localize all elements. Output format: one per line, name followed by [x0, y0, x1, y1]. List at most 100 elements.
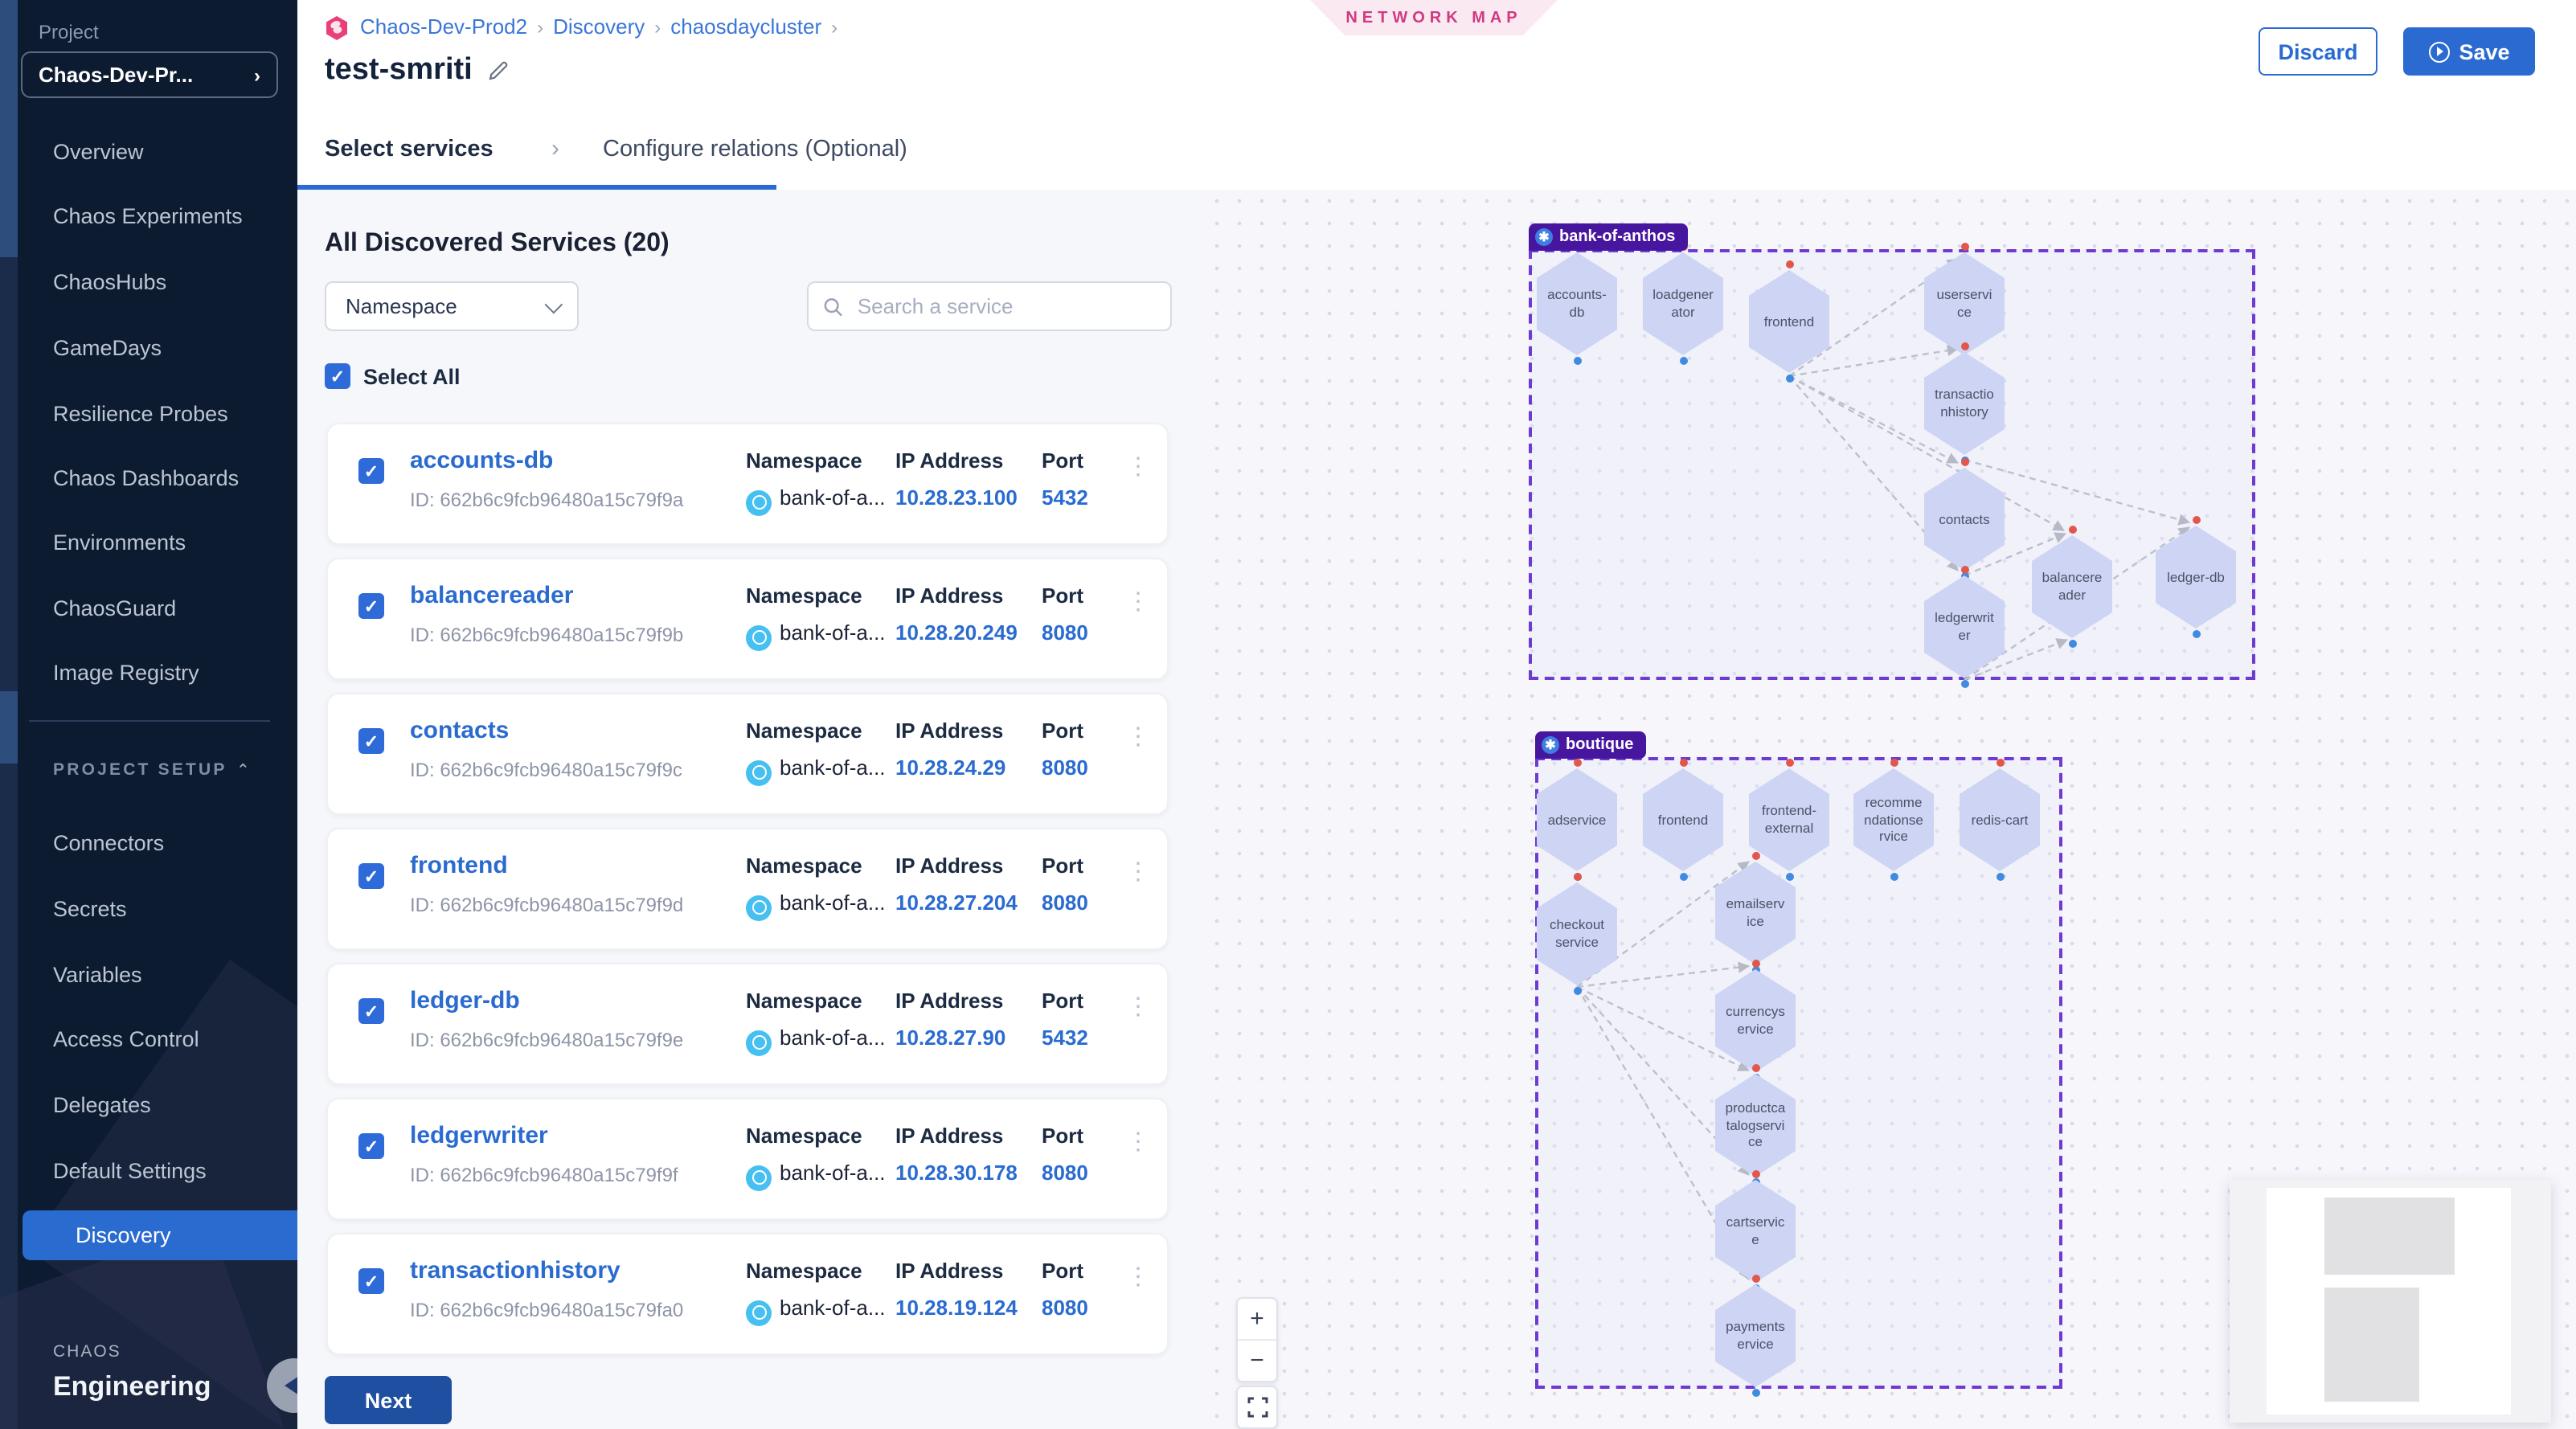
- col-namespace: Namespace: [746, 448, 862, 473]
- map-node-frontend-external[interactable]: frontend-external: [1749, 768, 1829, 871]
- project-setup-label[interactable]: PROJECT SETUP: [53, 760, 227, 780]
- search-input[interactable]: [854, 293, 1156, 320]
- row-menu-kebab-icon[interactable]: ⋮: [1125, 1135, 1151, 1183]
- service-name-link[interactable]: balancereader: [410, 582, 573, 609]
- service-id: ID: 662b6c9fcb96480a15c79f9a: [410, 489, 683, 511]
- sidebar-item-variables[interactable]: Variables: [0, 942, 297, 1006]
- chevron-up-icon[interactable]: ⌄: [236, 759, 250, 776]
- row-menu-kebab-icon[interactable]: ⋮: [1125, 460, 1151, 508]
- sidebar-item-resilience-probes[interactable]: Resilience Probes: [0, 381, 297, 445]
- map-node-checkoutservice[interactable]: checkoutservice: [1537, 882, 1617, 985]
- next-button[interactable]: Next: [325, 1376, 452, 1424]
- ip-value[interactable]: 10.28.30.178: [895, 1161, 1018, 1185]
- service-checkbox[interactable]: ✓: [358, 728, 384, 754]
- col-namespace: Namespace: [746, 1124, 862, 1148]
- ip-value[interactable]: 10.28.24.29: [895, 755, 1005, 780]
- namespace-value: bank-of-a...: [780, 891, 886, 915]
- sidebar-item-image-registry[interactable]: Image Registry: [0, 640, 297, 704]
- map-node-frontend[interactable]: frontend: [1749, 270, 1829, 373]
- tab-configure-relations[interactable]: Configure relations (Optional): [603, 108, 907, 190]
- sidebar-item-secrets[interactable]: Secrets: [0, 876, 297, 940]
- map-node-emailservice[interactable]: emailservice: [1715, 862, 1796, 964]
- map-node-transactionhistory[interactable]: transactionhistory: [1924, 352, 2005, 455]
- sidebar-item-overview[interactable]: Overview: [0, 119, 297, 183]
- service-checkbox[interactable]: ✓: [358, 998, 384, 1024]
- row-menu-kebab-icon[interactable]: ⋮: [1125, 730, 1151, 778]
- select-all-checkbox[interactable]: ✓: [325, 363, 350, 389]
- ip-value[interactable]: 10.28.20.249: [895, 620, 1018, 645]
- sidebar-item-discovery[interactable]: Discovery: [23, 1210, 297, 1260]
- row-menu-kebab-icon[interactable]: ⋮: [1125, 1270, 1151, 1318]
- fullscreen-button[interactable]: [1238, 1387, 1276, 1427]
- map-node-loadgenerator[interactable]: loadgenerator: [1643, 252, 1723, 355]
- zoom-in-button[interactable]: +: [1238, 1299, 1276, 1339]
- breadcrumb-project[interactable]: Chaos-Dev-Prod2: [360, 14, 527, 39]
- wizard-tabbar: Select services › Configure relations (O…: [297, 108, 2576, 191]
- service-name-link[interactable]: accounts-db: [410, 447, 553, 474]
- sidebar-item-gamedays[interactable]: GameDays: [0, 315, 297, 379]
- sidebar-item-environments[interactable]: Environments: [0, 510, 297, 574]
- page-header: Chaos-Dev-Prod2›Discovery›chaosdaycluste…: [297, 0, 2576, 109]
- sidebar-item-access-control[interactable]: Access Control: [0, 1006, 297, 1071]
- map-node-productcatalogservice[interactable]: productcatalogservice: [1715, 1074, 1796, 1177]
- ip-value[interactable]: 10.28.23.100: [895, 485, 1018, 510]
- service-name-link[interactable]: ledgerwriter: [410, 1122, 548, 1149]
- service-checkbox[interactable]: ✓: [358, 593, 384, 619]
- namespace-filter-dropdown[interactable]: Namespace: [325, 281, 579, 331]
- ip-value[interactable]: 10.28.27.90: [895, 1026, 1005, 1050]
- map-node-recommendationservice[interactable]: recommendationservice: [1853, 768, 1934, 871]
- namespace-icon: [746, 895, 772, 920]
- row-menu-kebab-icon[interactable]: ⋮: [1125, 595, 1151, 643]
- service-name-link[interactable]: frontend: [410, 852, 508, 879]
- map-node-ledgerwriter[interactable]: ledgerwriter: [1924, 575, 2005, 678]
- map-node-currencyservice[interactable]: currencyservice: [1715, 969, 1796, 1072]
- col-ip: IP Address: [895, 448, 1003, 473]
- row-menu-kebab-icon[interactable]: ⋮: [1125, 1000, 1151, 1048]
- breadcrumb-discovery[interactable]: Discovery: [553, 14, 645, 39]
- service-checkbox[interactable]: ✓: [358, 1268, 384, 1294]
- map-node-accounts-db[interactable]: accounts-db: [1537, 252, 1617, 355]
- ingress-dot: [2068, 526, 2076, 534]
- ingress-dot: [1751, 960, 1759, 968]
- map-node-frontend-boutique[interactable]: frontend: [1643, 768, 1723, 871]
- map-node-contacts[interactable]: contacts: [1924, 468, 2005, 571]
- discard-button[interactable]: Discard: [2259, 27, 2377, 76]
- map-node-adservice[interactable]: adservice: [1537, 768, 1617, 871]
- sidebar-item-connectors[interactable]: Connectors: [0, 810, 297, 874]
- edit-pencil-icon[interactable]: [487, 59, 510, 82]
- map-minimap[interactable]: [2230, 1180, 2551, 1423]
- ingress-dot: [1573, 873, 1581, 881]
- service-name-link[interactable]: ledger-db: [410, 987, 520, 1014]
- row-menu-kebab-icon[interactable]: ⋮: [1125, 865, 1151, 913]
- map-node-paymentservice[interactable]: paymentservice: [1715, 1284, 1796, 1387]
- services-pane: All Discovered Services (20) Namespace ✓…: [297, 190, 1206, 1429]
- project-selector[interactable]: Chaos-Dev-Pr... ›: [21, 51, 278, 98]
- cluster-badge-bank-of-anthos[interactable]: ✱ bank-of-anthos: [1529, 223, 1688, 251]
- sidebar-item-delegates[interactable]: Delegates: [0, 1072, 297, 1136]
- sidebar-item-chaos-dashboards[interactable]: Chaos Dashboards: [0, 445, 297, 510]
- network-map-ribbon: NETWORK MAP: [1310, 0, 1558, 35]
- map-node-redis-cart[interactable]: redis-cart: [1960, 768, 2040, 871]
- ip-value[interactable]: 10.28.27.204: [895, 891, 1018, 915]
- sidebar-item-chaoshubs[interactable]: ChaosHubs: [0, 249, 297, 313]
- cluster-badge-boutique[interactable]: ✱ boutique: [1535, 731, 1646, 759]
- tab-select-services[interactable]: Select services: [325, 108, 493, 190]
- save-button[interactable]: Save: [2403, 27, 2535, 76]
- service-checkbox[interactable]: ✓: [358, 1133, 384, 1159]
- network-map-canvas[interactable]: ✱ bank-of-anthos accounts-db loadgenerat…: [1206, 190, 2576, 1429]
- service-checkbox[interactable]: ✓: [358, 863, 384, 889]
- zoom-out-button[interactable]: −: [1238, 1339, 1276, 1381]
- sidebar-item-chaos-experiments[interactable]: Chaos Experiments: [0, 183, 297, 248]
- ip-value[interactable]: 10.28.19.124: [895, 1296, 1018, 1320]
- map-node-ledger-db[interactable]: ledger-db: [2156, 526, 2236, 629]
- map-node-balancereader[interactable]: balancereader: [2032, 535, 2112, 638]
- service-name-link[interactable]: transactionhistory: [410, 1257, 620, 1284]
- service-checkbox[interactable]: ✓: [358, 458, 384, 484]
- collapse-arrow-icon: [285, 1376, 297, 1395]
- map-node-cartservice[interactable]: cartservice: [1715, 1180, 1796, 1283]
- sidebar-item-default-settings[interactable]: Default Settings: [0, 1138, 297, 1202]
- breadcrumb-cluster[interactable]: chaosdaycluster: [670, 14, 821, 39]
- map-node-userservice[interactable]: userservice: [1924, 252, 2005, 355]
- service-name-link[interactable]: contacts: [410, 717, 509, 744]
- sidebar-item-chaosguard[interactable]: ChaosGuard: [0, 575, 297, 640]
